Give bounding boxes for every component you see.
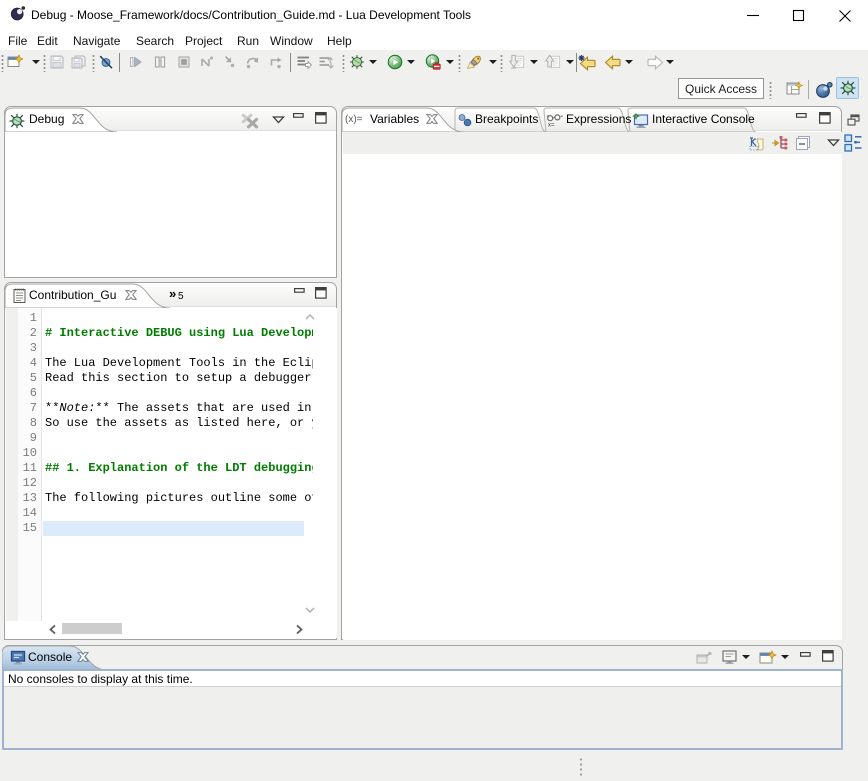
svg-text:x=: x= xyxy=(548,123,555,129)
